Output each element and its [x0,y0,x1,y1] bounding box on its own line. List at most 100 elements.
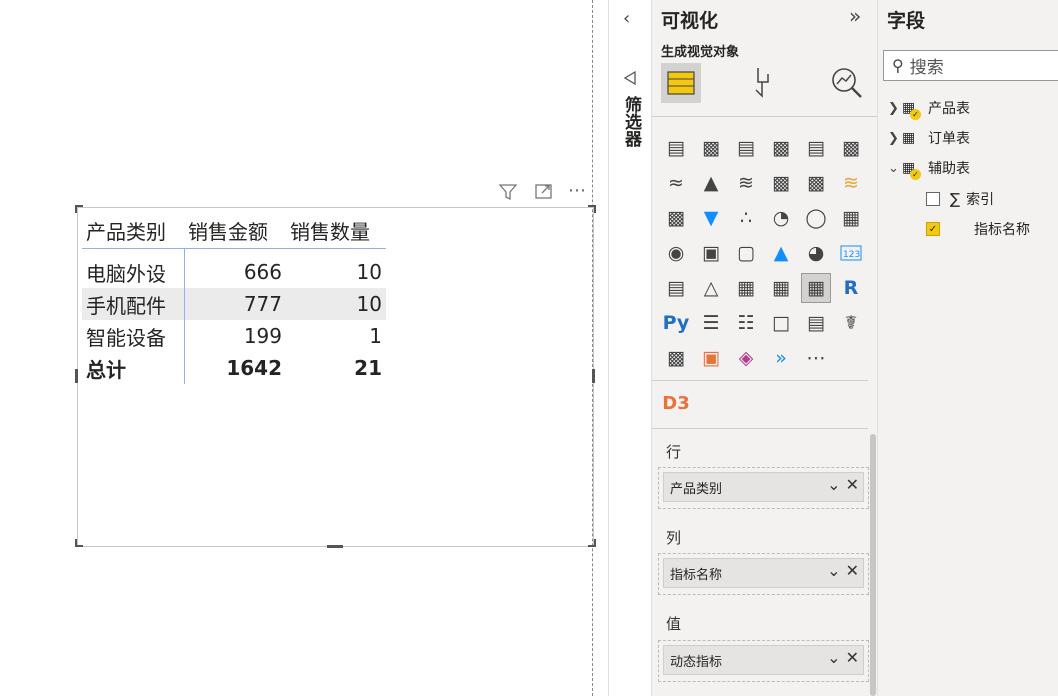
table-row[interactable]: 电脑外设 666 10 [82,256,386,288]
100-stacked-column-chart-icon[interactable]: ▩ [836,133,866,163]
d3-custom-visual-icon[interactable]: D3 [661,388,691,418]
trophy-icon[interactable]: ☤ [836,308,866,338]
remove-field-icon[interactable]: ✕ [846,475,859,494]
100-stacked-bar-chart-icon[interactable]: ▤ [801,133,831,163]
decomposition-tree-icon[interactable]: ☷ [731,308,761,338]
more-options-icon[interactable]: ⋯ [568,180,586,201]
resize-handle[interactable] [75,205,77,213]
multi-row-card-icon[interactable]: ▤ [661,273,691,303]
chevron-right-icon[interactable]: ❯ [888,131,902,146]
table-row[interactable]: 智能设备 199 1 [82,320,386,352]
paginated-report-icon[interactable]: ▩ [661,343,691,373]
stacked-bar-chart-icon[interactable]: ▤ [661,133,691,163]
table-icon[interactable]: ▦ [766,273,796,303]
pie-chart-icon[interactable]: ◔ [766,203,796,233]
area-chart-icon[interactable]: ▲ [696,168,726,198]
power-apps-icon[interactable]: ◈ [731,343,761,373]
column-header[interactable]: 销售金额 [184,214,286,248]
clustered-column-chart-icon[interactable]: ▩ [766,133,796,163]
resize-handle[interactable] [75,539,77,547]
column-header[interactable]: 销售数量 [286,214,386,248]
table-item-helper[interactable]: ⌄ ▦ ✓ 辅助表 [888,158,970,180]
smart-narrative-icon[interactable]: ▤ [801,308,831,338]
card-icon[interactable]: 123 [836,238,866,268]
scatter-chart-icon[interactable]: ∴ [731,203,761,233]
chevron-down-icon[interactable]: ⌄ [888,161,902,176]
amount-cell[interactable]: 199 [183,320,286,352]
filter-pane-collapsed[interactable]: ‹ 筛选器 [608,0,651,696]
map-icon[interactable]: ◉ [661,238,691,268]
filter-pane-title[interactable]: 筛选器 [619,96,641,147]
resize-handle[interactable] [594,539,596,547]
columns-field-pill[interactable]: 指标名称 ⌄ ✕ [663,558,864,588]
stacked-column-chart-icon[interactable]: ▩ [696,133,726,163]
total-row[interactable]: 总计 1642 21 [82,352,386,384]
key-influencers-icon[interactable]: ☰ [696,308,726,338]
rows-field-pill[interactable]: 产品类别 ⌄ ✕ [663,472,864,502]
field-item-metric-name[interactable]: ✓ 指标名称 [926,219,1030,239]
filled-map-icon[interactable]: ▣ [696,238,726,268]
field-item-index[interactable]: ∑ 索引 [926,189,994,209]
columns-well[interactable]: 指标名称 ⌄ ✕ [658,553,869,595]
r-script-visual-icon[interactable]: R [836,273,866,303]
azure-map-icon[interactable]: ▲ [766,238,796,268]
field-checkbox[interactable] [926,192,940,206]
chevron-down-icon[interactable]: ⌄ [827,648,840,667]
qty-cell[interactable]: 1 [286,320,386,352]
column-header[interactable]: 产品类别 [82,214,184,248]
format-visual-tab[interactable] [748,66,778,104]
amount-cell[interactable]: 777 [183,288,286,320]
expand-double-chevron-icon[interactable]: » [849,4,861,28]
table-item-orders[interactable]: ❯ ▦ 订单表 [888,128,970,148]
chevron-down-icon[interactable]: ⌄ [827,475,840,494]
viz-pane-scrollbar[interactable] [870,434,876,696]
field-checkbox-checked[interactable]: ✓ [926,222,940,236]
qty-cell[interactable]: 10 [286,256,386,288]
clustered-bar-chart-icon[interactable]: ▤ [731,133,761,163]
row-header[interactable]: 智能设备 [82,320,184,352]
treemap-icon[interactable]: ▦ [836,203,866,233]
ribbon-chart-icon[interactable]: ≋ [836,168,866,198]
row-header[interactable]: 电脑外设 [82,256,184,288]
line-and-clustered-column-icon[interactable]: ▩ [801,168,831,198]
slicer-icon[interactable]: ▦ [731,273,761,303]
values-well[interactable]: 动态指标 ⌄ ✕ [658,640,869,682]
collapse-chevron-icon[interactable]: ‹ [623,8,630,29]
kpi-icon[interactable]: △ [696,273,726,303]
chevron-right-icon[interactable]: ❯ [888,101,902,116]
rows-well[interactable]: 产品类别 ⌄ ✕ [658,467,869,509]
remove-field-icon[interactable]: ✕ [846,561,859,580]
funnel-chart-icon[interactable]: ▼ [696,203,726,233]
qa-icon[interactable]: □ [766,308,796,338]
amount-cell[interactable]: 666 [183,256,286,288]
stacked-area-chart-icon[interactable]: ≋ [731,168,761,198]
resize-handle[interactable] [594,205,596,213]
build-visual-tab[interactable] [661,63,701,103]
chevron-down-icon[interactable]: ⌄ [827,561,840,580]
row-header[interactable]: 手机配件 [82,288,184,320]
resize-handle[interactable] [592,369,595,383]
donut-chart-icon[interactable]: ◯ [801,203,831,233]
power-automate-icon[interactable]: » [766,343,796,373]
focus-mode-icon[interactable] [534,183,554,205]
qty-cell[interactable]: 10 [286,288,386,320]
get-more-visuals-icon[interactable]: ⋯ [801,343,831,373]
resize-handle[interactable] [327,545,343,548]
table-item-product[interactable]: ❯ ▦ ✓ 产品表 [888,98,970,120]
resize-handle[interactable] [75,369,78,383]
total-amount[interactable]: 1642 [183,352,286,384]
waterfall-chart-icon[interactable]: ▩ [661,203,691,233]
field-search-box[interactable]: ⚲ 搜索 [883,50,1058,81]
total-qty[interactable]: 21 [286,352,386,384]
values-field-pill[interactable]: 动态指标 ⌄ ✕ [663,645,864,675]
remove-field-icon[interactable]: ✕ [846,648,859,667]
visual-filter-icon[interactable] [498,183,518,205]
table-row[interactable]: 手机配件 777 10 [82,288,386,320]
line-chart-icon[interactable]: ≈ [661,168,691,198]
azure-maps-icon[interactable]: ▣ [696,343,726,373]
python-visual-icon[interactable]: Py [661,308,691,338]
analytics-tab[interactable] [830,66,864,104]
matrix-icon[interactable]: ▦ [801,273,831,303]
shape-map-icon[interactable]: ▢ [731,238,761,268]
line-and-column-chart-icon[interactable]: ▩ [766,168,796,198]
